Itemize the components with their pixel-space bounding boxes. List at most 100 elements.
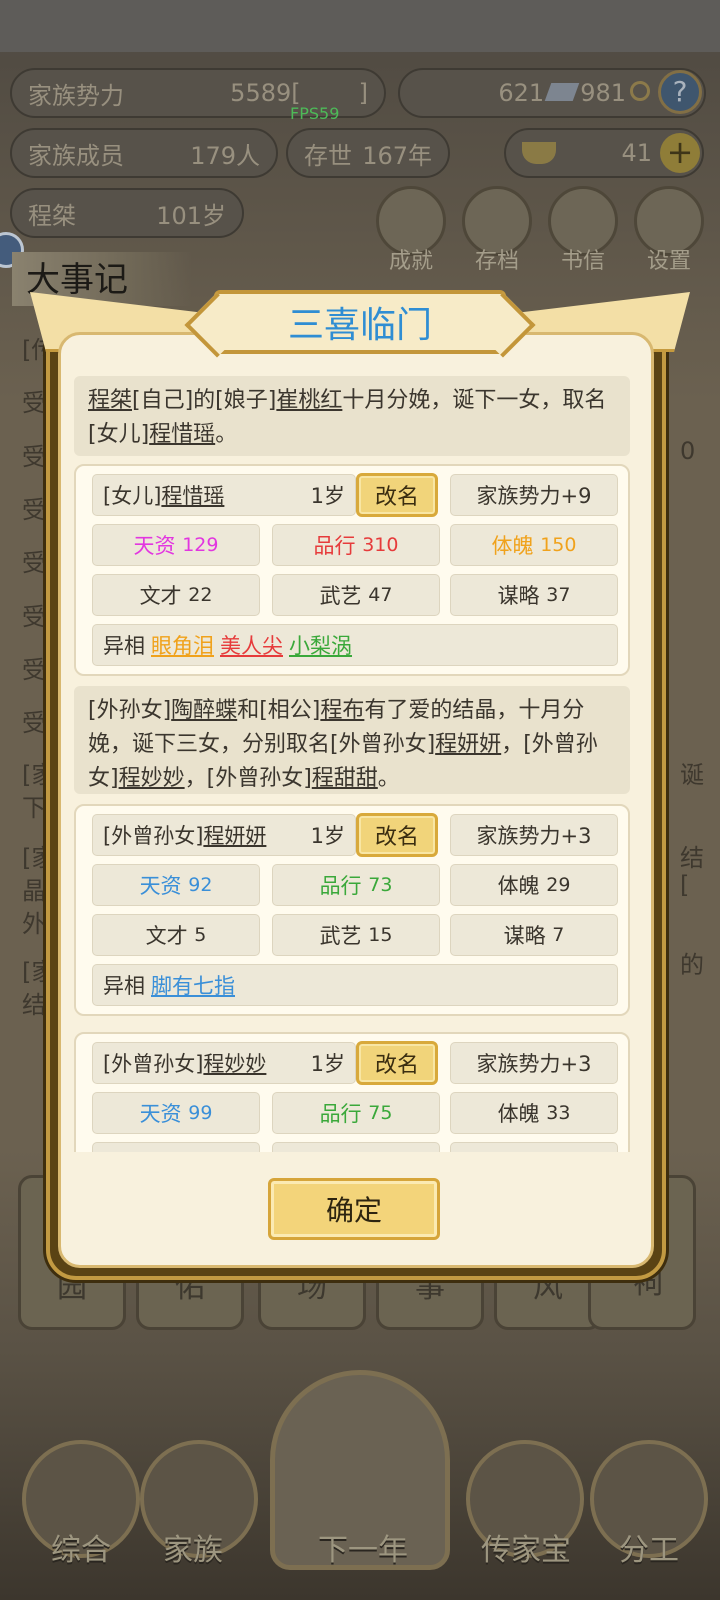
stat-martial: 武艺 15	[272, 914, 440, 956]
nav-heirloom-label: 传家宝	[481, 1533, 571, 1568]
fps-counter: FPS59	[290, 104, 340, 123]
child-age: 1岁	[310, 824, 345, 848]
stat-value: 129	[182, 534, 219, 556]
status-strip	[0, 0, 720, 52]
help-icon[interactable]: ?	[658, 70, 702, 114]
trait-tag[interactable]: 眼角泪	[151, 630, 214, 660]
stat-value: 29	[546, 874, 571, 896]
members-box: 家族成员 179人	[10, 128, 278, 178]
trait-tag[interactable]: 小梨涡	[289, 630, 352, 660]
rename-button[interactable]: 改名	[356, 813, 438, 857]
save-label: 存档	[474, 249, 519, 274]
stat-value: 5	[194, 924, 207, 946]
stat-label: 品行	[319, 874, 362, 898]
confirm-button[interactable]: 确定	[268, 1178, 440, 1240]
stat-label: 天资	[139, 1102, 182, 1126]
event-glyph: 晶	[22, 877, 46, 905]
event-glyph: 受	[22, 603, 46, 631]
gold-ingot-icon	[522, 142, 556, 164]
event-glyph: 受	[22, 709, 46, 737]
traits-row: 异相 脚有七指	[92, 964, 618, 1006]
stat-label: 武艺	[319, 924, 362, 948]
stat-label: 天资	[133, 534, 176, 558]
event-glyph: 受	[22, 443, 46, 471]
traits-row: 异相 眼角泪 美人尖 小梨涡	[92, 624, 618, 666]
stat-conduct: 品行 75	[272, 1092, 440, 1134]
family-power-bonus: 家族势力+3	[450, 1042, 618, 1084]
child-relation: [外曾孙女]	[103, 1052, 204, 1076]
stat-label: 体魄	[497, 874, 540, 898]
settings-label: 设置	[646, 249, 691, 274]
years-label: 存世	[304, 141, 352, 170]
stat-value: 15	[368, 924, 393, 946]
child-card: [外曾孙女]程妙妙1岁改名家族势力+3天资 99品行 75体魄 33文才 武艺 …	[74, 1032, 630, 1152]
event-glyph: 受	[22, 496, 46, 524]
silver-icon	[544, 83, 580, 101]
dialog-title: 三喜临门	[287, 305, 432, 346]
birth-message-2: [外孙女]陶醉蝶和[相公]程布有了爱的结晶，十月分娩，诞下三女，分别取名[外曾孙…	[74, 686, 630, 794]
stat-physique: 体魄 150	[450, 524, 618, 566]
trait-tag[interactable]: 美人尖	[220, 630, 283, 660]
stat-aptitude: 天资 99	[92, 1092, 260, 1134]
stat-label: 文才	[152, 1148, 194, 1152]
stat-aptitude: 天资 129	[92, 524, 260, 566]
members-value: 179人	[190, 141, 260, 170]
stat-strategy: 谋略	[450, 1142, 618, 1152]
dialog-content[interactable]: 程桀[自己]的[娘子]崔桃红十月分娩，诞下一女，取名[女儿]程惜瑶。 [外孙女]…	[74, 372, 644, 1152]
child-relation: [外曾孙女]	[103, 824, 204, 848]
event-glyph: 受	[22, 549, 46, 577]
child-name: 程惜瑶	[161, 484, 225, 508]
traits-label: 异相	[103, 634, 145, 658]
rename-button[interactable]: 改名	[356, 1041, 438, 1085]
family-power-label: 家族势力	[28, 81, 124, 110]
family-power-bonus: 家族势力+9	[450, 474, 618, 516]
stat-label: 武艺	[332, 1148, 374, 1152]
stat-strategy: 谋略 37	[450, 574, 618, 616]
stat-label: 天资	[139, 874, 182, 898]
stat-value: 7	[552, 924, 565, 946]
event-glyph-right: 诞	[680, 761, 704, 789]
stat-value: 47	[368, 584, 393, 606]
stat-value: 73	[368, 874, 393, 896]
leader-box: 程桀 101岁	[10, 188, 244, 238]
birth-message-1: 程桀[自己]的[娘子]崔桃红十月分娩，诞下一女，取名[女儿]程惜瑶。	[74, 376, 630, 456]
trait-tag[interactable]: 脚有七指	[151, 970, 235, 1000]
child-age: 1岁	[310, 1052, 345, 1076]
stat-value: 75	[368, 1102, 393, 1124]
members-label: 家族成员	[28, 141, 124, 170]
years-box: 存世 167年	[286, 128, 450, 178]
nav-overview-label: 综合	[51, 1533, 111, 1568]
leader-name: 程桀	[28, 201, 76, 230]
stat-label: 体魄	[491, 534, 534, 558]
coin-icon	[630, 81, 650, 101]
stat-literary: 文才	[92, 1142, 260, 1152]
event-glyph: 下	[22, 794, 46, 822]
add-gold-icon[interactable]: +	[660, 133, 700, 173]
family-power-bonus: 家族势力+3	[450, 814, 618, 856]
stat-label: 谋略	[510, 1148, 552, 1152]
stat-conduct: 品行 73	[272, 864, 440, 906]
stat-value: 22	[188, 584, 213, 606]
rename-button[interactable]: 改名	[356, 473, 438, 517]
child-name-cell: [外曾孙女] 程妙妙 1岁	[92, 1042, 356, 1084]
stat-literary: 文才 5	[92, 914, 260, 956]
nav-family-label: 家族	[163, 1533, 223, 1568]
event-glyph-right: 0	[680, 437, 696, 465]
child-name: 程妍妍	[203, 824, 267, 848]
child-age: 1岁	[310, 484, 345, 508]
family-power-value: 5589[]	[230, 79, 368, 107]
event-glyph-right: 结	[680, 844, 704, 872]
child-name: 程妙妙	[203, 1052, 267, 1076]
traits-label: 异相	[103, 974, 145, 998]
stat-value: 310	[362, 534, 399, 556]
stat-aptitude: 天资 92	[92, 864, 260, 906]
stat-value: 99	[188, 1102, 213, 1124]
stat-value: 37	[546, 584, 571, 606]
stat-value: 33	[546, 1102, 571, 1124]
stat-label: 体魄	[497, 1102, 540, 1126]
stat-strategy: 谋略 7	[450, 914, 618, 956]
years-value: 167年	[362, 141, 432, 170]
stat-conduct: 品行 310	[272, 524, 440, 566]
stat-label: 品行	[319, 1102, 362, 1126]
stat-label: 武艺	[319, 584, 362, 608]
